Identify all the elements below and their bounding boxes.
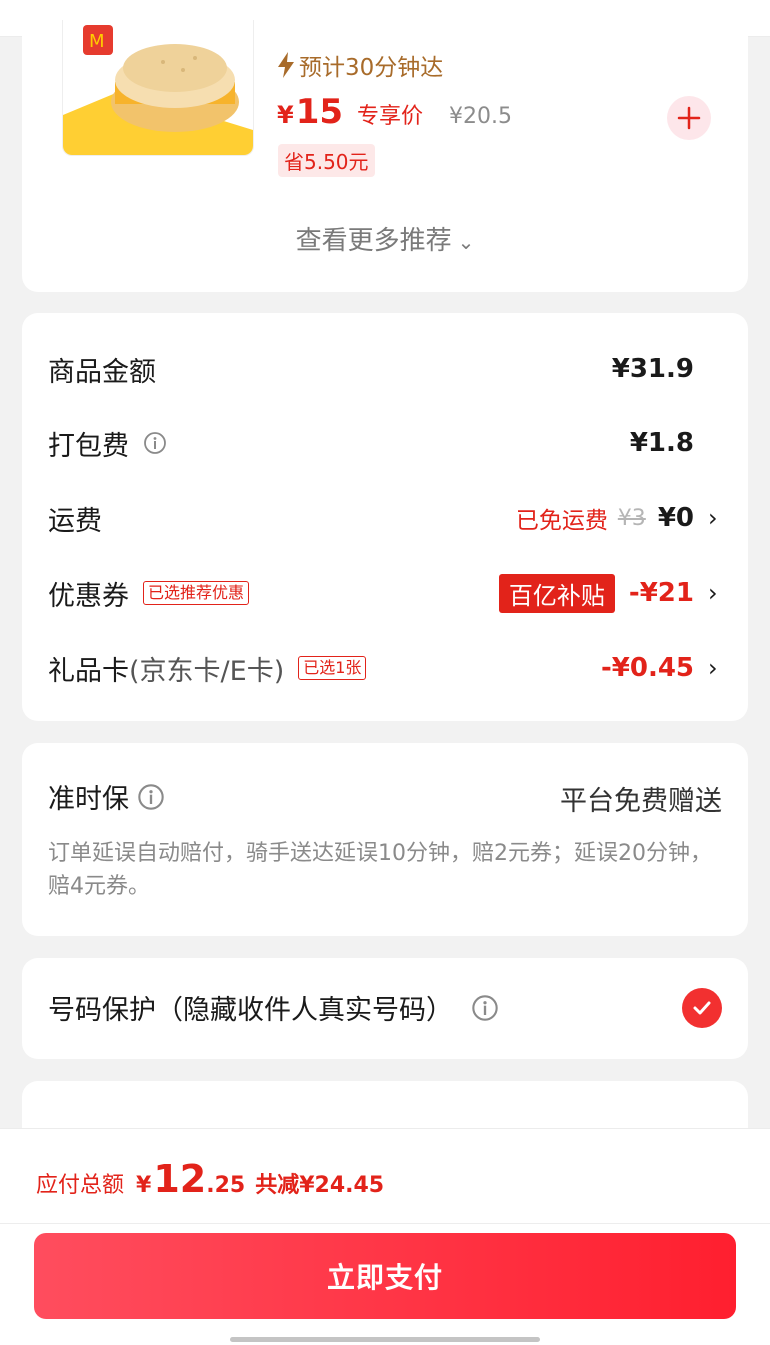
shipping-row[interactable]: 运费 已免运费 ¥3 ¥0 › [48,498,720,538]
save-badge: 省5.50元 [278,144,375,177]
giftcard-tag: 已选1张 [298,656,367,680]
giftcard-sublabel: (京东卡/E卡) [129,655,285,687]
exclusive-price: 15 [295,92,344,132]
giftcard-label: 礼品卡 [48,655,129,687]
total-symbol: ¥ [136,1173,152,1198]
more-recommend-link[interactable]: 查看更多推荐 ⌄ [22,220,748,257]
number-privacy-card: 号码保护（隐藏收件人真实号码） [22,958,748,1059]
divider [0,1223,770,1224]
plus-icon [677,106,701,130]
price-row: ¥ 15 专享价 ¥20.5 [277,92,512,132]
total-reduction: 共减¥24.45 [255,1173,385,1198]
add-to-cart-button[interactable] [667,96,711,140]
ontime-title: 准时保 [48,784,129,815]
ontime-right-text: 平台免费赠送 [560,786,722,817]
eta-label: 预计30分钟达 [277,48,443,82]
shipping-original-price: ¥3 [617,505,646,531]
pay-now-button[interactable]: 立即支付 [34,1233,736,1319]
info-icon[interactable] [143,431,167,455]
lightning-icon [278,52,294,78]
home-indicator [230,1337,540,1342]
coupon-row[interactable]: 优惠券 已选推荐优惠 百亿补贴 -¥21 › [48,573,720,613]
total-amount-decimal: .25 [206,1173,246,1198]
privacy-label: 号码保护（隐藏收件人真实号码） [48,995,453,1026]
packing-fee-row: 打包费 ¥1.8 [48,423,720,463]
subsidy-badge: 百亿补贴 [498,573,615,613]
burger-image: M [63,20,253,155]
payment-bar: 应付总额 ¥ 12 .25 共减¥24.45 立即支付 [0,1128,770,1345]
eta-text: 预计30分钟达 [299,55,444,81]
svg-text:M: M [89,31,105,52]
goods-amount-value: ¥31.9 [611,354,694,384]
shipping-label: 运费 [48,505,102,537]
packing-fee-value: ¥1.8 [629,428,694,458]
price-summary-card: 商品金额 ¥31.9 打包费 ¥1.8 运费 已免运费 ¥3 ¥0 › 优惠券 [22,313,748,721]
chevron-down-icon: ⌄ [457,230,475,254]
shipping-value: ¥0 [657,503,694,533]
ontime-guarantee-card: 准时保 平台免费赠送 订单延误自动赔付，骑手送达延误10分钟，赔2元券；延误20… [22,743,748,936]
ontime-description: 订单延误自动赔付，骑手送达延误10分钟，赔2元券；延误20分钟，赔4元券。 [48,841,712,899]
check-icon [693,1001,711,1015]
recommend-card: M 预计30分钟达 ¥ 15 专享价 ¥20.5 省5.50元 查看更多推荐 ⌄ [22,20,748,292]
privacy-checkbox[interactable] [682,988,722,1028]
total-row: 应付总额 ¥ 12 .25 共减¥24.45 [36,1157,384,1201]
chevron-right-icon: › [708,504,718,532]
giftcard-row[interactable]: 礼品卡 (京东卡/E卡) 已选1张 -¥0.45 › [48,648,720,688]
chevron-right-icon: › [708,579,718,607]
coupon-value: -¥21 [628,578,694,608]
product-image[interactable]: M [62,20,254,156]
goods-amount-row: 商品金额 ¥31.9 [48,349,720,389]
price-tag: 专享价 [357,104,424,129]
goods-amount-label: 商品金额 [48,356,156,388]
giftcard-value: -¥0.45 [600,653,694,683]
info-icon[interactable] [137,783,165,811]
info-icon[interactable] [471,994,499,1022]
free-shipping-text: 已免运费 [515,508,608,534]
total-label: 应付总额 [36,1173,125,1198]
more-recommend-text: 查看更多推荐 [295,226,452,256]
chevron-right-icon: › [708,654,718,682]
total-amount-integer: 12 [153,1157,207,1201]
original-price: ¥20.5 [449,104,513,129]
coupon-label: 优惠券 [48,580,129,612]
price-symbol: ¥ [277,101,294,129]
packing-fee-label: 打包费 [48,430,129,462]
coupon-tag: 已选推荐优惠 [143,581,250,605]
